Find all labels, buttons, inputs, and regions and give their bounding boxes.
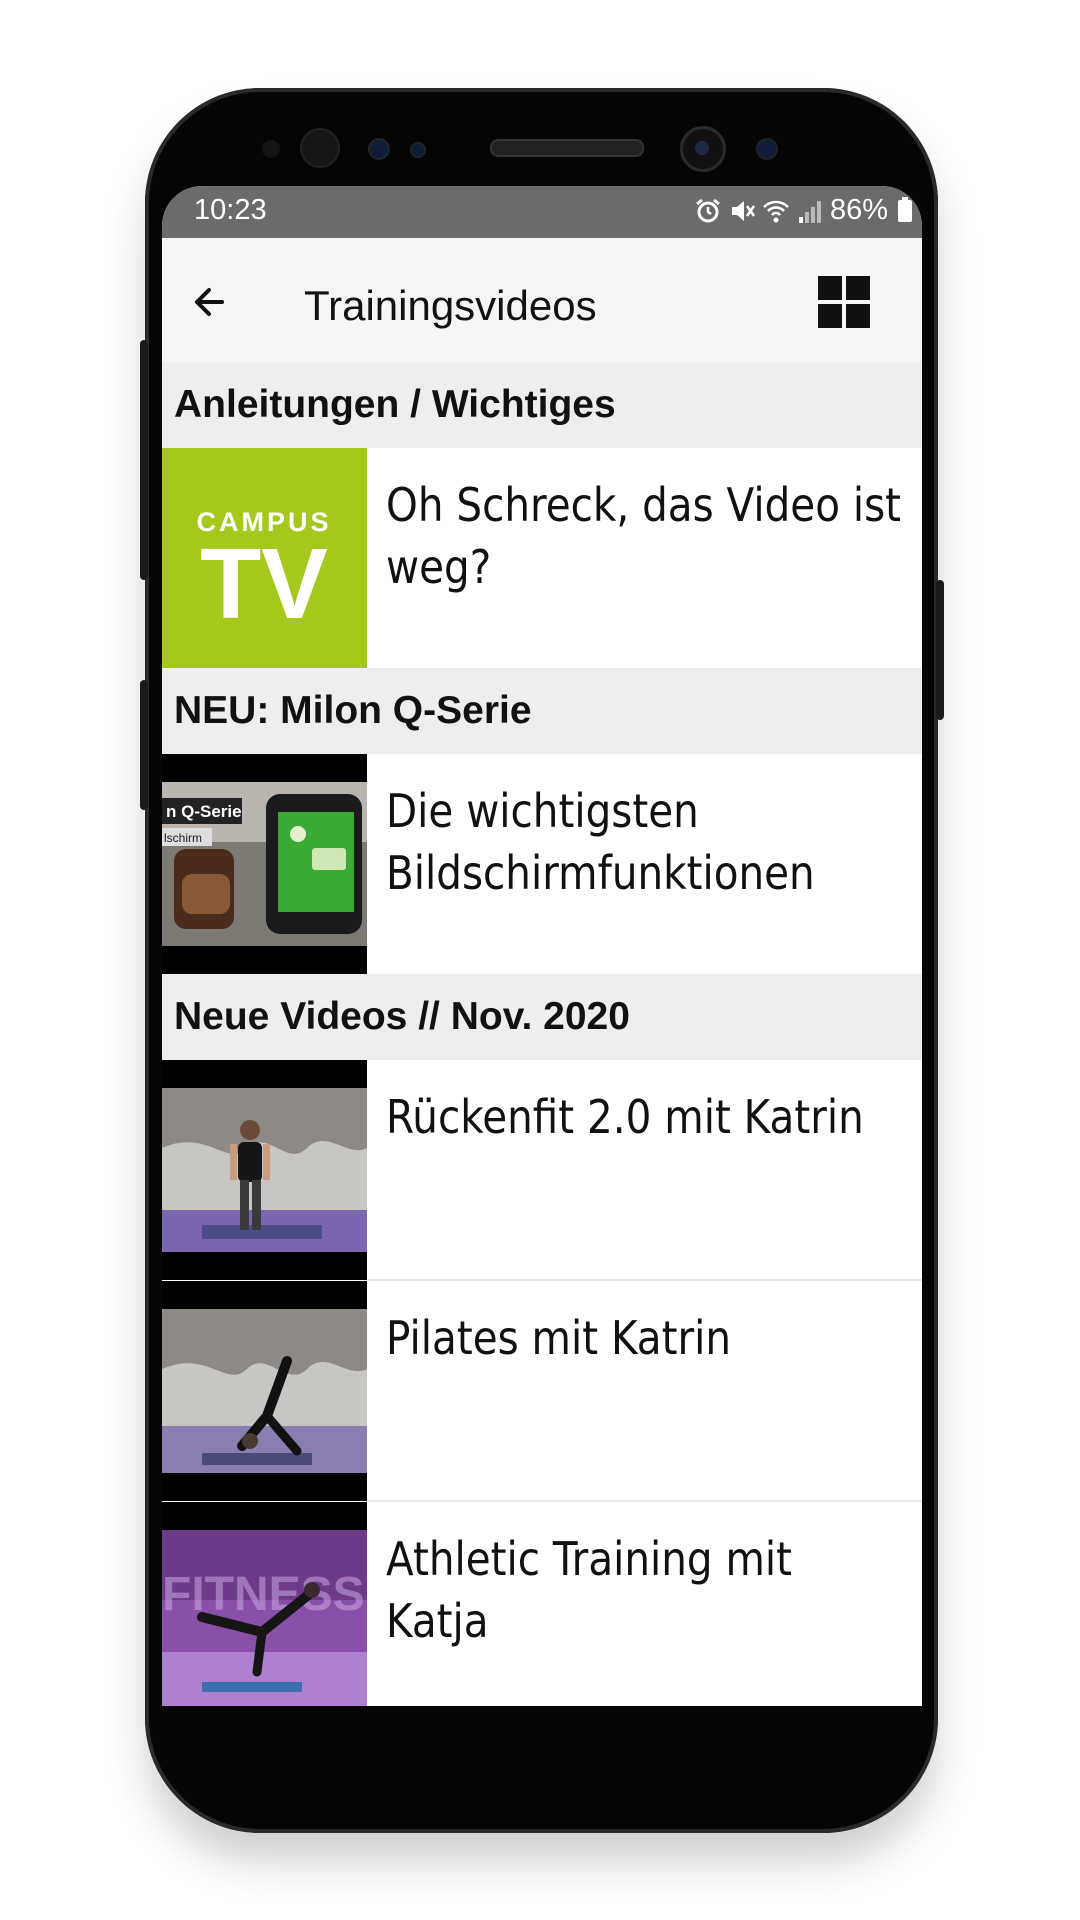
video-title: Athletic Training mit Katja xyxy=(386,1528,858,1652)
video-title-line1: Oh Schreck, das Video ist xyxy=(386,478,902,532)
pilates-thumbnail-image xyxy=(162,1281,367,1501)
power-button xyxy=(936,580,944,720)
rueckenfit-thumbnail-image xyxy=(162,1060,367,1280)
video-title-line1: Die wichtigsten xyxy=(386,784,699,838)
thumb-label-series: n Q-Serie xyxy=(166,802,242,821)
video-item-athletic-training[interactable]: FITNESS Athletic Training mit Katja xyxy=(162,1502,922,1706)
wifi-icon xyxy=(763,200,789,222)
battery-percent: 86% xyxy=(829,194,888,226)
app-screen: 10:23 86% Trainingsvideos Anleitungen / … xyxy=(162,186,922,1706)
video-thumbnail: FITNESS xyxy=(162,1502,367,1706)
status-time: 10:23 xyxy=(194,194,267,226)
thumb-label-screen: lschirm xyxy=(164,831,202,845)
video-thumbnail: CAMPUS TV xyxy=(162,448,367,668)
battery-icon xyxy=(898,196,912,222)
section-header: Neue Videos // Nov. 2020 xyxy=(162,974,922,1060)
mute-icon xyxy=(731,200,755,221)
page-title: Trainingsvideos xyxy=(304,282,597,329)
video-thumbnail xyxy=(162,1060,367,1280)
bixby-button xyxy=(140,680,148,810)
video-title: Oh Schreck, das Video ist weg? xyxy=(386,474,902,598)
athletic-thumbnail-image: FITNESS xyxy=(162,1502,367,1706)
iris-sensor xyxy=(300,128,340,168)
earpiece-speaker xyxy=(490,139,644,157)
alarm-icon xyxy=(696,198,720,222)
video-item-bildschirmfunktionen[interactable]: n Q-Serie lschirm Die wichtigsten Bildsc… xyxy=(162,754,922,974)
front-camera xyxy=(680,126,726,172)
front-sensor-small xyxy=(410,142,426,158)
video-thumbnail xyxy=(162,1281,367,1501)
section-header: Anleitungen / Wichtiges xyxy=(162,362,922,448)
video-item-rueckenfit[interactable]: Rückenfit 2.0 mit Katrin xyxy=(162,1060,922,1280)
video-thumbnail: n Q-Serie lschirm xyxy=(162,754,367,974)
video-title-line2: weg? xyxy=(386,540,492,594)
thumb-watermark: FITNESS xyxy=(162,1568,365,1621)
signal-icon xyxy=(798,200,821,223)
arrow-left-icon[interactable] xyxy=(182,274,238,330)
video-title: Pilates mit Katrin xyxy=(386,1307,858,1369)
app-bar: Trainingsvideos xyxy=(162,238,922,362)
video-title-line1: Pilates mit Katrin xyxy=(386,1311,732,1365)
tv-text: TV xyxy=(200,528,328,640)
volume-button xyxy=(140,340,148,580)
video-item-pilates[interactable]: Pilates mit Katrin xyxy=(162,1281,922,1501)
video-title-line1: Rückenfit 2.0 mit Katrin xyxy=(386,1090,864,1144)
grid-view-icon[interactable] xyxy=(816,274,872,330)
video-title-line1: Athletic Training mit xyxy=(386,1532,793,1586)
status-icons: 86% xyxy=(694,194,912,227)
video-item-oh-schreck[interactable]: CAMPUS TV Oh Schreck, das Video ist weg? xyxy=(162,448,922,668)
video-title-line2: Bildschirmfunktionen xyxy=(386,846,815,900)
section-header: NEU: Milon Q-Serie xyxy=(162,668,922,754)
campus-tv-logo: CAMPUS TV xyxy=(162,448,367,668)
video-title: Die wichtigsten Bildschirmfunktionen xyxy=(386,780,858,904)
video-title: Rückenfit 2.0 mit Katrin xyxy=(386,1086,864,1148)
video-title-line2: Katja xyxy=(386,1594,489,1648)
iris-led xyxy=(756,138,778,160)
front-sensor xyxy=(368,138,390,160)
status-bar: 10:23 86% xyxy=(162,186,922,238)
proximity-sensor xyxy=(262,140,280,158)
milon-thumbnail-image: n Q-Serie lschirm xyxy=(162,754,367,974)
